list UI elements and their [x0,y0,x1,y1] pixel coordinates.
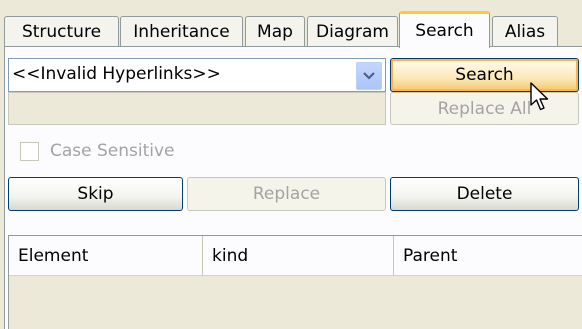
search-button-label: Search [455,65,514,85]
search-combobox-value: <<Invalid Hyperlinks>> [12,64,221,84]
tab-structure[interactable]: Structure [4,16,119,47]
column-header-kind[interactable]: kind [203,236,394,276]
results-table[interactable]: Element kind Parent [8,235,582,329]
tab-inheritance-label: Inheritance [133,22,230,42]
delete-button[interactable]: Delete [390,177,579,211]
replace-button[interactable]: Replace [187,177,386,211]
skip-button-label: Skip [77,184,114,204]
column-header-element-label: Element [18,245,89,266]
tab-search-label: Search [415,21,474,41]
column-header-parent-label: Parent [403,245,458,266]
tab-structure-label: Structure [21,22,102,42]
tab-alias-label: Alias [504,22,546,42]
skip-button[interactable]: Skip [8,177,183,211]
tab-diagram-label: Diagram [316,22,389,42]
dropdown-arrow-icon[interactable] [356,62,382,90]
tab-diagram[interactable]: Diagram [307,16,398,47]
tab-inheritance[interactable]: Inheritance [120,16,243,47]
replace-button-label: Replace [252,184,321,204]
tab-map-label: Map [257,22,293,42]
case-sensitive-label: Case Sensitive [50,141,175,161]
mouse-pointer-icon [530,82,549,111]
search-combobox[interactable]: <<Invalid Hyperlinks>> [8,58,386,92]
case-sensitive-checkbox[interactable] [20,142,39,161]
tab-alias[interactable]: Alias [492,16,558,47]
delete-button-label: Delete [456,184,513,204]
replace-field[interactable] [8,92,386,125]
replace-all-button-label: Replace All [437,98,532,119]
column-header-parent[interactable]: Parent [394,236,582,276]
chevron-down-icon [363,72,375,80]
tab-map[interactable]: Map [245,16,305,47]
tab-search[interactable]: Search [399,11,490,48]
column-header-kind-label: kind [212,245,249,266]
column-header-element[interactable]: Element [9,236,203,276]
